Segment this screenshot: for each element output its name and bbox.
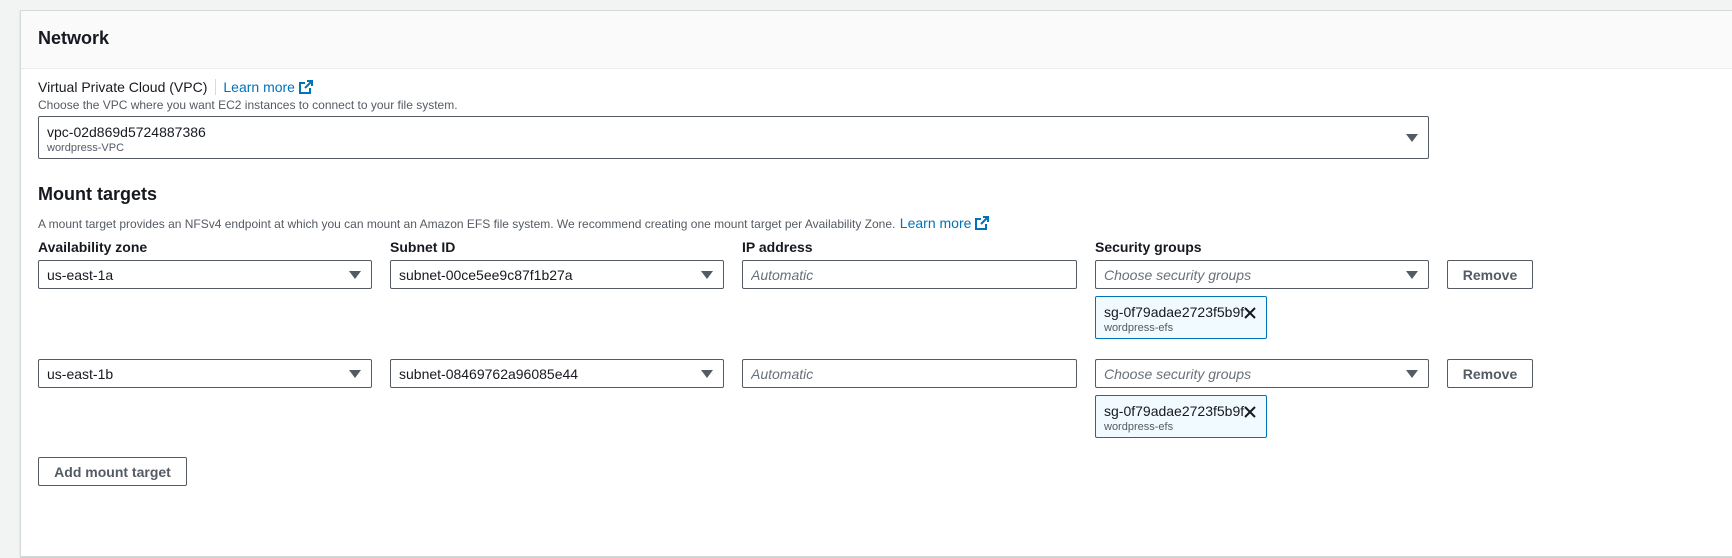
add-mount-target-button[interactable]: Add mount target — [38, 457, 187, 486]
security-group-token-id: sg-0f79adae2723f5b9f — [1104, 403, 1245, 419]
az-select-value: us-east-1a — [47, 267, 114, 283]
close-icon[interactable] — [1242, 305, 1258, 321]
vpc-select-name: wordpress-VPC — [47, 142, 125, 154]
vpc-label: Virtual Private Cloud (VPC) — [38, 79, 208, 95]
az-select[interactable]: us-east-1b — [38, 359, 372, 388]
learn-more-text: Learn more — [223, 79, 295, 95]
mount-targets-description-row: A mount target provides an NFSv4 endpoin… — [38, 215, 990, 233]
column-header-az: Availability zone — [38, 239, 148, 255]
column-header-ip: IP address — [742, 239, 813, 255]
column-header-subnet: Subnet ID — [390, 239, 456, 255]
subnet-select-value: subnet-00ce5ee9c87f1b27a — [399, 267, 573, 283]
subnet-select-value: subnet-08469762a96085e44 — [399, 366, 579, 382]
security-groups-placeholder: Choose security groups — [1104, 366, 1252, 382]
vpc-description: Choose the VPC where you want EC2 instan… — [38, 98, 458, 112]
caret-down-icon — [349, 271, 361, 279]
caret-down-icon — [1406, 271, 1418, 279]
security-groups-select[interactable]: Choose security groups — [1095, 359, 1429, 388]
remove-button[interactable]: Remove — [1447, 359, 1533, 388]
caret-down-icon — [701, 370, 713, 378]
remove-button[interactable]: Remove — [1447, 260, 1533, 289]
security-group-token: sg-0f79adae2723f5b9f wordpress-efs — [1095, 296, 1267, 339]
caret-down-icon — [1406, 134, 1418, 142]
mount-targets-description: A mount target provides an NFSv4 endpoin… — [38, 217, 896, 231]
security-group-token-name: wordpress-efs — [1104, 421, 1174, 433]
security-groups-placeholder: Choose security groups — [1104, 267, 1252, 283]
network-panel: Network Virtual Private Cloud (VPC) Learn… — [20, 10, 1732, 557]
az-select-value: us-east-1b — [47, 366, 114, 382]
security-groups-select[interactable]: Choose security groups — [1095, 260, 1429, 289]
security-group-token-name: wordpress-efs — [1104, 322, 1174, 334]
vpc-select[interactable]: vpc-02d869d5724887386 wordpress-VPC — [38, 116, 1429, 159]
caret-down-icon — [701, 271, 713, 279]
section-title: Network — [38, 28, 110, 48]
ip-address-input[interactable] — [742, 359, 1077, 388]
caret-down-icon — [1406, 370, 1418, 378]
external-link-icon — [975, 216, 990, 233]
vpc-learn-more-link[interactable]: Learn more — [223, 79, 313, 95]
caret-down-icon — [349, 370, 361, 378]
mount-targets-title: Mount targets — [38, 184, 157, 204]
subnet-select[interactable]: subnet-08469762a96085e44 — [390, 359, 724, 388]
security-group-token: sg-0f79adae2723f5b9f wordpress-efs — [1095, 395, 1267, 438]
mount-targets-learn-more-link[interactable]: Learn more — [900, 215, 990, 231]
vpc-label-row: Virtual Private Cloud (VPC) Learn more — [38, 79, 313, 97]
panel-header: Network — [21, 11, 1732, 69]
ip-address-input[interactable] — [742, 260, 1077, 289]
divider — [215, 79, 217, 95]
learn-more-text: Learn more — [899, 215, 972, 231]
vpc-select-id: vpc-02d869d5724887386 — [47, 124, 206, 140]
az-select[interactable]: us-east-1a — [38, 260, 372, 289]
external-link-icon — [298, 80, 313, 97]
column-header-sg: Security groups — [1095, 239, 1202, 255]
subnet-select[interactable]: subnet-00ce5ee9c87f1b27a — [390, 260, 724, 289]
close-icon[interactable] — [1242, 404, 1258, 420]
security-group-token-id: sg-0f79adae2723f5b9f — [1104, 304, 1245, 320]
